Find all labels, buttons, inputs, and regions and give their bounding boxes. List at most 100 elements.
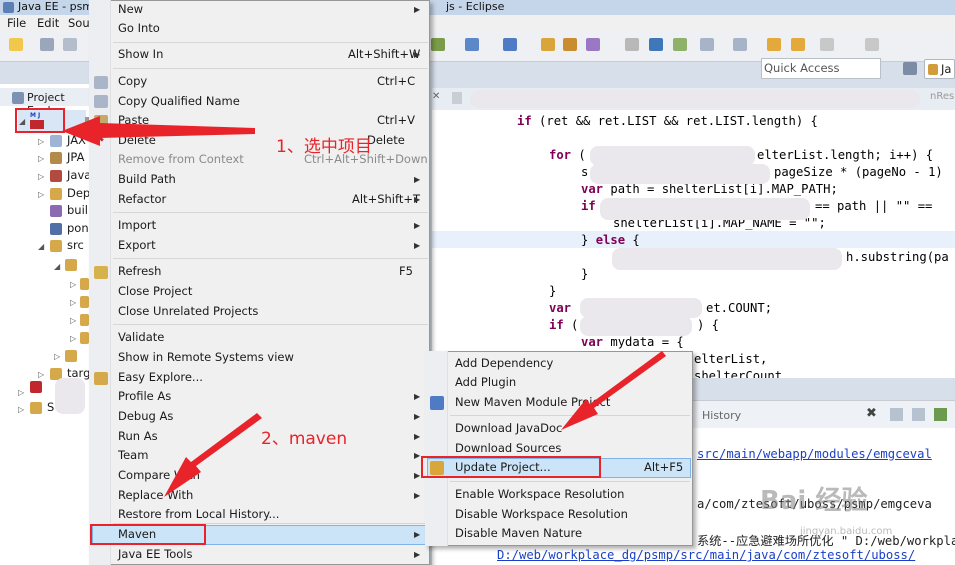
menu-item-disable-workspace-resolution[interactable]: Disable Workspace Resolution [455,507,628,521]
back-icon[interactable] [767,38,781,51]
menu-item-team[interactable]: Team [118,448,148,462]
menu-item-go-into[interactable]: Go Into [118,21,160,35]
tree-arrow-icon[interactable]: ◢ [38,242,44,251]
menu-item-validate[interactable]: Validate [118,330,164,344]
menu-item-debug-as[interactable]: Debug As [118,409,173,423]
menu-item-paste[interactable]: Paste [118,113,149,127]
tree-arrow-icon[interactable]: ▷ [38,137,44,146]
save-icon[interactable] [40,38,54,51]
java-ee-perspective-button[interactable]: Ja [924,59,955,79]
tree-item-java[interactable]: Java [67,168,91,182]
menu-item-new-maven-module-project[interactable]: New Maven Module Project [455,395,610,409]
nav-arrow-icon[interactable] [820,38,834,51]
tree-item-jpa[interactable]: JPA [67,150,84,164]
pen-icon[interactable] [586,38,600,51]
menu-item-restore-local-history[interactable]: Restore from Local History... [118,507,279,521]
tree-arrow-icon[interactable]: ▷ [18,405,24,414]
code-line: shelterCount [694,369,783,378]
menu-item-compare-with[interactable]: Compare With [118,468,200,482]
tree-arrow-icon[interactable]: ▷ [70,316,76,325]
menu-item-copy[interactable]: Copy [118,74,147,88]
last-edit-icon[interactable] [733,38,747,51]
menu-item-profile-as[interactable]: Profile As [118,389,171,403]
pom-file-icon [50,223,62,235]
menu-item-delete[interactable]: Delete [118,133,156,147]
menu-item-download-sources[interactable]: Download Sources [455,441,561,455]
pin-icon[interactable] [700,38,714,51]
console-options-icon[interactable] [890,408,903,421]
menu-item-show-in[interactable]: Show In [118,47,163,61]
submenu-arrow-icon: ▶ [414,392,421,401]
menu-item-replace-with[interactable]: Replace With [118,488,193,502]
blurred-region [590,146,755,166]
tree-arrow-icon[interactable]: ▷ [70,334,76,343]
menu-item-copy-qualified-name[interactable]: Copy Qualified Name [118,94,240,108]
menu-item-close-unrelated-projects[interactable]: Close Unrelated Projects [118,304,258,318]
console-link[interactable]: src/main/webapp/modules/emgceval [697,447,932,461]
tree-item-pom[interactable]: pon [67,221,89,235]
menu-item-easy-explore[interactable]: Easy Explore... [118,370,203,384]
menu-source[interactable]: Sou [68,16,90,30]
menu-item-export[interactable]: Export [118,238,156,252]
tree-arrow-icon[interactable]: ▷ [38,190,44,199]
new-icon[interactable] [9,38,23,51]
menu-item-download-javadoc[interactable]: Download JavaDoc [455,421,562,435]
save-all-icon[interactable] [63,38,77,51]
menu-item-close-project[interactable]: Close Project [118,284,192,298]
menu-item-enable-workspace-resolution[interactable]: Enable Workspace Resolution [455,487,624,501]
clear-console-icon[interactable]: ✖ [866,406,877,421]
server-icon[interactable] [503,38,517,51]
submenu-arrow-icon: ▶ [414,550,421,559]
quick-access-field[interactable]: Quick Access [761,58,881,79]
menu-item-remove-from-context[interactable]: Remove from Context [118,152,244,166]
menu-item-add-dependency[interactable]: Add Dependency [455,356,553,370]
code-line: } [549,284,557,298]
editor-tab-suffix[interactable]: nRes [930,91,954,102]
menu-item-java-ee-tools[interactable]: Java EE Tools [118,547,192,561]
menu-file[interactable]: File [7,16,26,30]
tree-item-dep[interactable]: Dep [67,186,90,200]
java-resources-icon [50,170,62,182]
debug-icon[interactable] [465,38,479,51]
pin-console-icon[interactable] [912,408,925,421]
tree-arrow-icon[interactable]: ▷ [38,154,44,163]
code-line: elterList, [694,352,768,366]
menu-item-show-in-remote-systems[interactable]: Show in Remote Systems view [118,350,294,364]
tree-item-src[interactable]: src [67,238,84,252]
menu-item-import[interactable]: Import [118,218,156,232]
tree-arrow-icon[interactable]: ▷ [70,280,76,289]
tree-arrow-icon[interactable]: ▷ [54,352,60,361]
wand-icon[interactable] [625,38,639,51]
open-perspective-icon[interactable] [903,62,917,75]
menu-item-disable-maven-nature[interactable]: Disable Maven Nature [455,526,582,540]
open-console-icon[interactable] [934,408,947,421]
menu-item-add-plugin[interactable]: Add Plugin [455,375,516,389]
forward-icon[interactable] [791,38,805,51]
tree-item-jax[interactable]: JAX [67,133,86,147]
close-icon[interactable]: ✕ [432,91,440,102]
tree-arrow-icon[interactable]: ▷ [38,172,44,181]
tree-arrow-icon[interactable]: ▷ [70,298,76,307]
history-tab[interactable]: History [702,409,741,422]
console-link[interactable]: D:/web/workplace_dg/psmp/src/main/java/c… [497,548,915,562]
tree-arrow-icon[interactable]: ▷ [38,370,44,379]
tree-arrow-icon[interactable]: ▷ [18,388,24,397]
next-annotation-icon[interactable] [673,38,687,51]
menu-item-new[interactable]: New [118,2,143,16]
tree-item-servers[interactable]: S [47,400,54,414]
menu-item-build-path[interactable]: Build Path [118,172,176,186]
menu-item-refactor[interactable]: Refactor [118,192,166,206]
menu-item-run-as[interactable]: Run As [118,429,158,443]
copy-qualified-icon [94,95,108,108]
tree-arrow-icon[interactable]: ◢ [54,262,60,271]
open-type-icon[interactable] [541,38,555,51]
tree-item-build[interactable]: buil [67,203,88,217]
globe-icon[interactable] [649,38,663,51]
run-icon[interactable] [431,38,445,51]
menu-item-refresh[interactable]: Refresh [118,264,161,278]
eclipse-app-icon [3,2,14,13]
menu-edit[interactable]: Edit [37,16,59,30]
open-folder-icon[interactable] [563,38,577,51]
maximize-icon[interactable] [865,38,879,51]
perspective-switcher[interactable]: Ja [893,58,955,80]
